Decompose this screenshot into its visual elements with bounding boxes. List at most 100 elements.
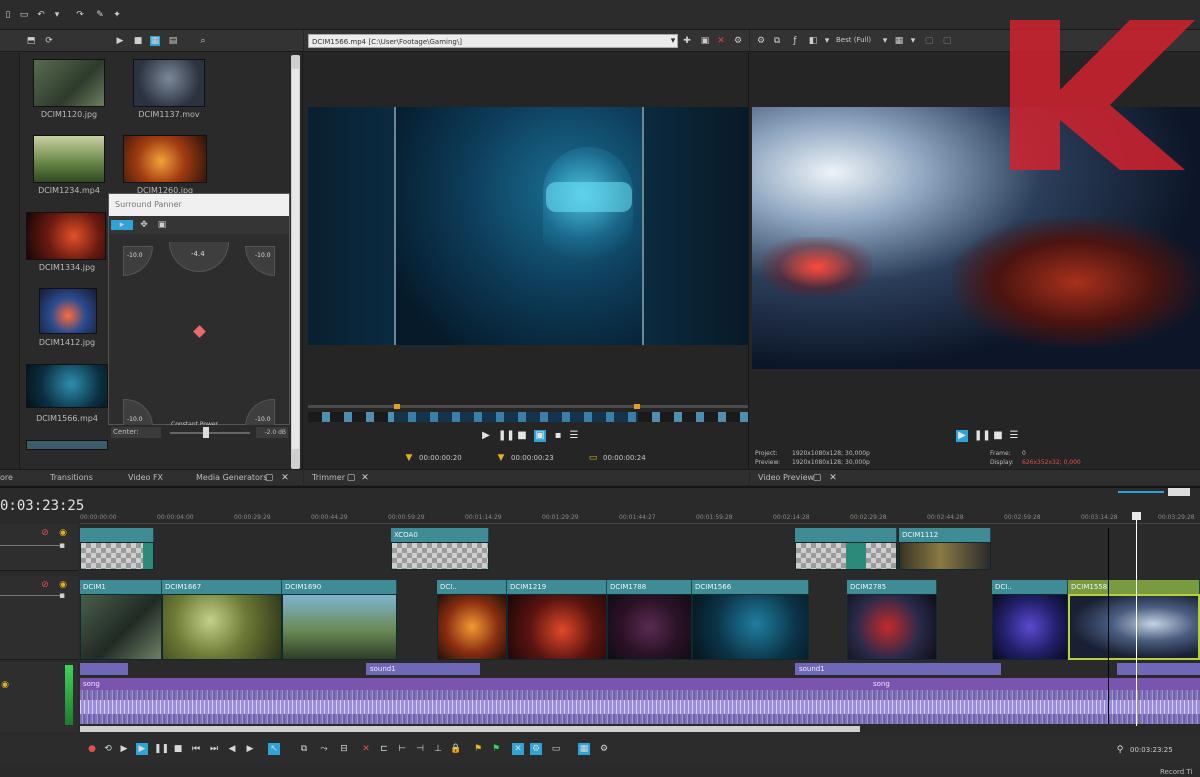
ignore-grouping-icon[interactable]: ⚙ [530,743,542,755]
loop-icon[interactable]: ⟲ [102,743,114,755]
video-clip-header[interactable]: DCIM1667 [162,580,282,594]
trimmer-video-frame[interactable] [308,107,748,345]
tab-video-preview[interactable]: Video Preview [758,473,814,482]
copy-icon[interactable]: ⧉ [772,36,782,46]
chevron-down-icon[interactable]: ▾ [822,36,832,46]
video-clip-header[interactable]: DCIM1788 [607,580,692,594]
options-icon[interactable]: ⚙ [733,36,743,46]
stop-icon[interactable]: ■ [133,36,143,46]
video-clip-header[interactable]: DCIM2785 [847,580,937,594]
song-clip-header[interactable]: song [80,678,1200,690]
trim-icon[interactable]: ⊏ [378,743,390,755]
video-clip-header[interactable]: DCIM1690 [282,580,397,594]
explorer-scrollbar[interactable] [291,55,300,469]
timeline-scrollbar[interactable] [80,726,860,732]
preview-pause-icon[interactable]: ❚❚ [974,430,991,442]
trimmer-file-select[interactable]: DCIM1566.mp4 [C:\User\Footage\Gaming\] [308,34,678,48]
trimmer-pause-icon[interactable]: ❚❚ [498,430,515,442]
video-clip[interactable] [1068,594,1200,660]
tab-media-generators[interactable]: Media Generators [196,473,267,482]
video-clip[interactable] [507,594,607,660]
dropdown-icon[interactable]: ▾ [52,10,62,20]
record-icon[interactable]: ● [86,743,98,755]
media-thumb[interactable] [133,59,205,107]
playhead[interactable] [1136,516,1137,726]
auto-crossfade-icon[interactable]: ✕ [512,743,524,755]
overlay-track-header[interactable]: ⊘ ◉ ▪ [0,524,78,571]
window-icon[interactable]: ▢ [264,473,274,483]
refresh-icon[interactable]: ⟳ [44,36,54,46]
audio-clip-header[interactable]: sound1 [366,663,480,675]
playhead-handle[interactable] [1132,512,1141,520]
trimmer-menu-icon[interactable]: ☰ [568,430,580,442]
video-clip[interactable] [692,594,809,660]
solo-icon[interactable]: ◉ [58,528,68,538]
tab-video-fx[interactable]: Video FX [128,473,163,482]
settings-icon[interactable]: ⚙ [756,36,766,46]
media-thumb[interactable] [33,59,105,107]
level-handle-icon[interactable]: ▪ [57,541,67,551]
zoom-slider[interactable] [1118,491,1164,493]
redo-icon[interactable]: ↷ [75,10,85,20]
auto-ripple-icon[interactable]: ⤳ [318,743,330,755]
split-screen-icon[interactable]: ◧ [808,36,818,46]
trimmer-play-icon[interactable]: ▶ [480,430,492,442]
save-icon[interactable]: ▣ [700,36,710,46]
zoom-slider-thumb[interactable] [1168,488,1190,496]
fx-icon[interactable]: ƒ [790,36,800,46]
media-thumb[interactable] [26,440,108,450]
save-snapshot-icon[interactable]: ▢ [942,36,952,46]
trimmer-stop-icon[interactable]: ■ [516,430,528,442]
overlay-clip-header[interactable]: XCOA0 [391,528,489,542]
center-fader-track[interactable] [170,432,250,434]
import-icon[interactable]: ⬒ [26,36,36,46]
overlay-clip[interactable] [391,542,489,570]
play-icon[interactable]: ▶ [115,36,125,46]
delete-icon[interactable]: ✕ [360,743,372,755]
overlays-icon[interactable]: ▦ [894,36,904,46]
video-clip-header[interactable]: DCI.. [437,580,507,594]
media-thumb[interactable] [26,212,106,260]
speaker-icon[interactable]: ▣ [157,220,167,230]
timeline-timecode[interactable]: 0:03:23:25 [0,498,84,514]
go-to-end-icon[interactable]: ⏭ [208,743,220,755]
tab-transitions[interactable]: Transitions [50,473,93,482]
video-clip[interactable] [282,594,397,660]
chevron-down-icon[interactable]: ▾ [908,36,918,46]
window-icon[interactable]: ▢ [812,473,822,483]
media-thumb[interactable] [33,135,105,183]
tab-trimmer[interactable]: Trimmer [312,473,345,482]
marker-icon[interactable]: ⚑ [472,743,484,755]
zoom-icon[interactable]: ⌕ [198,36,208,46]
tab-project-media[interactable]: ore [0,473,13,482]
lock-envelopes-icon[interactable]: ⊟ [338,743,350,755]
close-icon[interactable]: ✕ [360,473,370,483]
stop-icon[interactable]: ■ [172,743,184,755]
video-clip[interactable] [607,594,692,660]
chevron-down-icon[interactable]: ▾ [668,36,678,46]
audio-clip-header[interactable] [80,663,128,675]
mute-icon[interactable]: ⊘ [40,580,50,590]
audio-track-header[interactable]: ◉ [0,662,78,732]
storyboard-icon[interactable]: ▭ [550,743,562,755]
video-clip[interactable] [162,594,282,660]
preview-quality[interactable]: Best (Full) [836,36,871,44]
lock-icon[interactable]: 🔒 [450,743,462,755]
video-clip-header[interactable]: DCIM1219 [507,580,607,594]
tools-icon[interactable]: ✎ [95,10,105,20]
media-thumb[interactable] [39,288,97,334]
level-handle-icon[interactable]: ▪ [57,591,67,601]
mute-icon[interactable]: ⊘ [40,528,50,538]
video-clip[interactable] [437,594,507,660]
overlay-clip[interactable] [899,542,991,570]
pan-point[interactable] [193,325,206,338]
overlay-clip[interactable] [795,542,897,570]
solo-icon[interactable]: ◉ [58,580,68,590]
play-from-start-icon[interactable]: ▶ [118,743,130,755]
preview-menu-icon[interactable]: ☰ [1008,430,1020,442]
media-thumb[interactable] [123,135,207,183]
video-clip-header[interactable]: DCIM1558 [1068,580,1200,594]
pan-mode-icon[interactable]: ▸ [111,220,133,230]
trimmer-marker-icon[interactable]: ▪ [552,430,564,442]
new-file-icon[interactable]: ▯ [3,10,13,20]
